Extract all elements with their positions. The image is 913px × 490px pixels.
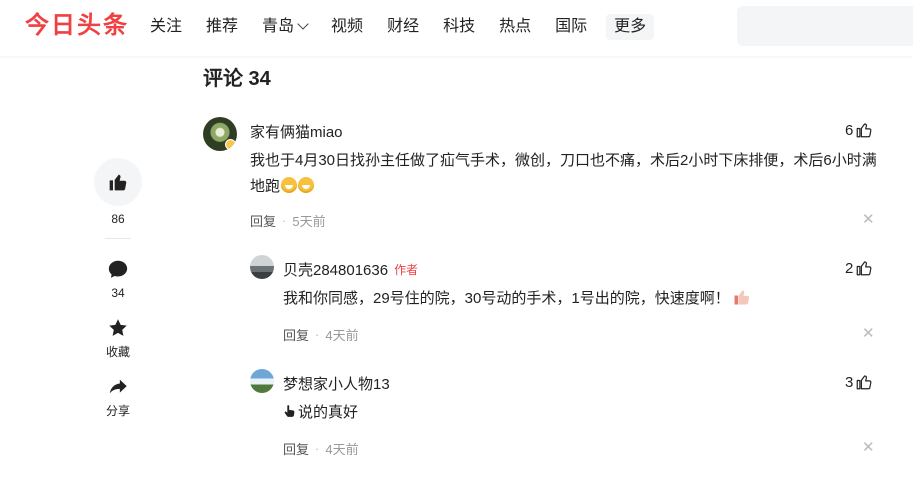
reply-time: 4天前 <box>325 328 359 343</box>
chevron-down-icon <box>297 18 309 30</box>
separator-dot: · <box>315 327 320 342</box>
reply-button[interactable]: 回复 <box>250 211 276 230</box>
close-icon[interactable]: ✕ <box>862 212 875 227</box>
nav-tech[interactable]: 科技 <box>443 14 475 40</box>
comment-like-button[interactable]: 6 <box>845 121 873 139</box>
avatar[interactable] <box>203 117 237 151</box>
thumbs-up-icon <box>109 174 127 191</box>
reply-content: 我和你同感，29号住的院，30号动的手术，1号出的院，快速度啊！ <box>283 286 873 312</box>
comments-title: 评论 34 <box>203 68 271 90</box>
thumbs-up-emoji-icon <box>734 290 749 305</box>
comment-content: 我也于4月30日找孙主任做了疝气手术，微创，刀口也不痛，术后2小时下床排便，术后… <box>250 148 880 200</box>
like-button[interactable] <box>94 158 142 206</box>
thumbs-up-icon <box>856 123 872 138</box>
reply-like-button[interactable]: 3 <box>845 373 873 391</box>
reply-like-button[interactable]: 2 <box>845 259 873 277</box>
chat-bubble-icon <box>106 257 130 281</box>
nav-city-qingdao[interactable]: 青岛 <box>262 14 309 40</box>
reply-button[interactable]: 回复 <box>283 439 309 458</box>
comment-like-count: 6 <box>845 121 854 139</box>
nav-international[interactable]: 国际 <box>555 14 587 40</box>
comment-author[interactable]: 家有俩猫miao <box>250 121 343 142</box>
reply-text: 说的真好 <box>298 404 359 421</box>
share-label: 分享 <box>105 404 130 418</box>
nav-more-button[interactable]: 更多 <box>606 14 655 40</box>
nav-follow[interactable]: 关注 <box>150 14 182 40</box>
divider <box>105 238 131 239</box>
pointing-hand-icon <box>284 405 295 417</box>
like-count: 86 <box>111 212 125 226</box>
collect-button[interactable]: 收藏 <box>94 316 142 359</box>
reply-button[interactable]: 回复 <box>283 325 309 344</box>
avatar[interactable] <box>250 255 274 279</box>
thumbs-up-icon <box>856 261 872 276</box>
comment-button[interactable]: 34 <box>94 257 142 300</box>
reply-like-count: 2 <box>845 259 854 277</box>
nav-city-label: 青岛 <box>262 18 295 35</box>
nav-recommend[interactable]: 推荐 <box>206 14 238 40</box>
share-arrow-icon <box>106 375 130 399</box>
collect-label: 收藏 <box>105 345 130 359</box>
separator-dot: · <box>282 213 287 228</box>
comment-time: 5天前 <box>292 214 326 229</box>
reply-text: 我和你同感，29号住的院，30号动的手术，1号出的院，快速度啊！ <box>283 290 730 307</box>
reply-meta: 回复 · 4天前 <box>283 325 359 344</box>
grin-emoji-icon <box>298 177 315 193</box>
nav-video[interactable]: 视频 <box>331 14 363 40</box>
separator-dot: · <box>315 441 320 456</box>
nav-finance[interactable]: 财经 <box>387 14 419 40</box>
close-icon[interactable]: ✕ <box>862 326 875 341</box>
close-icon[interactable]: ✕ <box>862 440 875 455</box>
reply-meta: 回复 · 4天前 <box>283 439 359 458</box>
reply-like-count: 3 <box>845 373 854 391</box>
article-action-bar: 86 34 收藏 分享 <box>94 158 142 418</box>
search-input[interactable] <box>737 6 913 46</box>
reply-content: 说的真好 <box>283 400 873 426</box>
thumbs-up-icon <box>856 375 872 390</box>
logo[interactable]: 今日头条 <box>25 10 129 42</box>
top-bar: 今日头条 关注 推荐 青岛 视频 财经 科技 热点 国际 更多 <box>0 0 913 56</box>
comment-text: 我也于4月30日找孙主任做了疝气手术，微创，刀口也不痛，术后2小时下床排便，术后… <box>250 152 877 195</box>
grin-emoji-icon <box>281 177 298 193</box>
reply-author-name: 贝壳284801636 <box>283 262 389 279</box>
star-icon <box>106 316 130 340</box>
main-nav: 关注 推荐 青岛 视频 财经 科技 热点 国际 更多 <box>150 14 678 40</box>
comment-count: 34 <box>111 286 125 300</box>
verified-badge-icon <box>225 139 236 150</box>
share-button[interactable]: 分享 <box>94 375 142 418</box>
author-tag: 作者 <box>394 263 419 277</box>
avatar[interactable] <box>250 369 274 393</box>
reply-author[interactable]: 梦想家小人物13 <box>283 373 390 394</box>
reply-author[interactable]: 贝壳284801636 作者 <box>283 259 418 280</box>
nav-hot[interactable]: 热点 <box>499 14 531 40</box>
comment-meta: 回复 · 5天前 <box>250 211 326 230</box>
reply-time: 4天前 <box>325 442 359 457</box>
